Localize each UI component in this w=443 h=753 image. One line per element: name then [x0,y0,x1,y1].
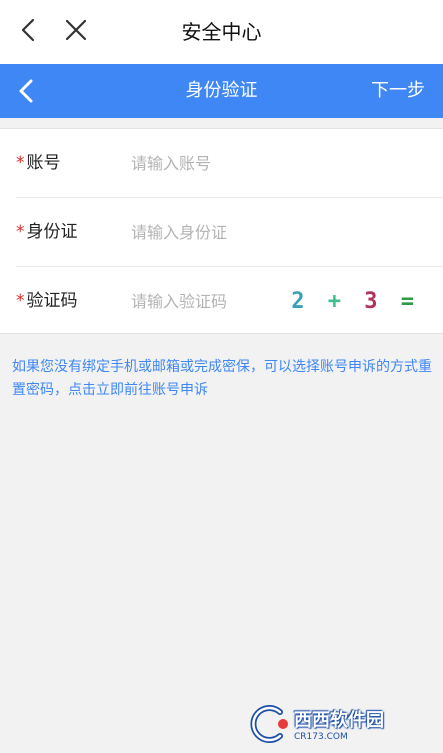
id-card-label: * 身份证 [16,222,78,242]
verification-form: *账号 *身份证 *验证码 2 + 3 = [0,128,443,334]
header-bar: 身份验证 下一步 [0,64,443,118]
cr-logo-icon [250,705,288,743]
captcha-image[interactable]: 2 + 3 = [283,267,415,336]
captcha-operator: + [327,289,342,314]
account-label: * 账号 [16,153,61,173]
id-card-row: * 身份证 [16,198,443,267]
page: 安全中心 身份验证 下一步 *账号 *身份证 *验证码 [0,0,443,753]
top-bar: 安全中心 [0,0,443,64]
watermark-text: 西西软件园 CR173.COM [294,710,384,742]
account-appeal-link[interactable]: 如果您没有绑定手机或邮箱或完成密保，可以选择账号申诉的方式重置密码，点击立即前往… [12,356,434,402]
required-mark: * [16,153,25,173]
captcha-digit-b: 3 [364,289,379,314]
id-card-input[interactable] [131,215,331,249]
captcha-input[interactable] [131,284,301,318]
required-mark: * [16,222,25,242]
watermark: 西西软件园 CR173.COM [248,704,426,744]
account-row: * 账号 [16,129,443,198]
page-title: 安全中心 [181,20,262,44]
captcha-row: *验证码 2 + 3 = [16,267,443,336]
next-step-button[interactable]: 下一步 [371,64,425,118]
captcha-equals: = [400,289,415,314]
required-mark: * [16,291,25,311]
captcha-label: * 验证码 [16,291,78,311]
captcha-digit-a: 2 [291,289,306,314]
account-input[interactable] [131,146,331,180]
